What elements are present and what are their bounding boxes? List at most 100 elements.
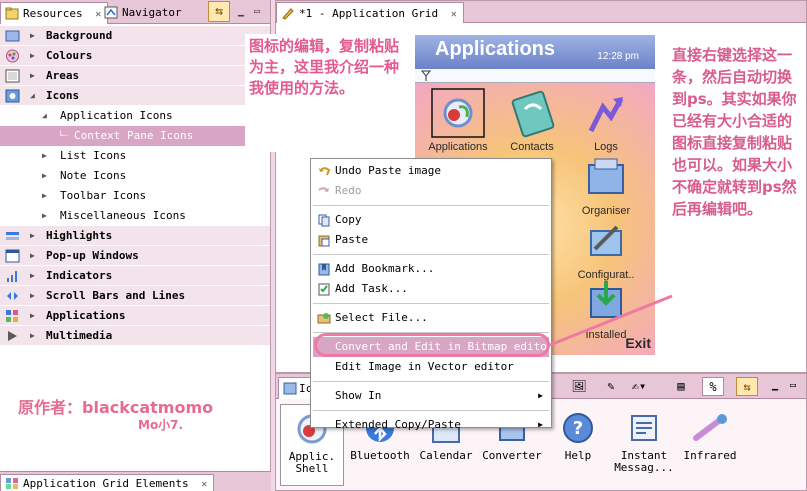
app-cell-contacts[interactable]: Contacts	[497, 87, 567, 157]
annotation-signature: Mo小7.	[138, 418, 184, 432]
tree-item-label: Background	[46, 29, 113, 42]
collapsed-arrow-icon[interactable]: ▶	[42, 146, 47, 166]
submenu-arrow-icon: ▶	[538, 420, 543, 429]
bottom-view-tab-bar: Application Grid Elements ✕	[0, 471, 271, 491]
menu-item-extended-copy-paste[interactable]: Extended Copy/Paste ▶	[313, 415, 549, 435]
tree-item-icons[interactable]: ◢ Icons	[0, 86, 270, 106]
signal-icon	[421, 70, 431, 81]
tree-item-multimedia[interactable]: ▶ Multimedia	[0, 326, 270, 346]
menu-item-label: Paste	[335, 233, 369, 246]
minimize-icon[interactable]: ▁	[238, 6, 244, 17]
collapsed-arrow-icon[interactable]: ▶	[42, 186, 47, 206]
tab-resources[interactable]: Resources ✕	[0, 2, 109, 24]
collapsed-arrow-icon[interactable]: ▶	[30, 26, 35, 46]
select-file-icon	[317, 313, 331, 324]
expanded-arrow-icon[interactable]: ◢	[42, 106, 47, 126]
app-cell-organiser[interactable]: Organiser	[571, 151, 641, 221]
tree-item-toolbar-icons[interactable]: ▶ Toolbar Icons	[0, 186, 270, 206]
app-label-applications: Applications	[428, 141, 488, 153]
palette-label-calendar: Calendar	[419, 449, 473, 462]
collapsed-arrow-icon[interactable]: ▶	[30, 226, 35, 246]
tree-item-applications[interactable]: ▶ Applications	[0, 306, 270, 326]
tree-item-areas[interactable]: ▶ Areas	[0, 66, 270, 86]
tab-navigator[interactable]: Navigator	[100, 2, 188, 24]
tab-application-grid[interactable]: *1 - Application Grid ✕	[276, 2, 464, 23]
properties-icon[interactable]: ▤	[670, 377, 692, 396]
palette-label-converter: Converter	[482, 449, 542, 462]
sync-palette-icon[interactable]: ⇆	[736, 377, 758, 396]
tree-item-highlights[interactable]: ▶ Highlights	[0, 226, 270, 246]
background-icon	[5, 30, 20, 42]
menu-item-label: Add Bookmark...	[335, 262, 435, 275]
menu-item-edit-image-in-vector-editor[interactable]: Edit Image in Vector editor	[313, 357, 549, 377]
phone-status-bar	[415, 69, 655, 83]
maximize-icon[interactable]: ▭	[254, 6, 260, 17]
collapsed-arrow-icon[interactable]: ▶	[30, 306, 35, 326]
menu-item-select-file[interactable]: Select File...	[313, 308, 549, 328]
collapsed-arrow-icon[interactable]: ▶	[30, 286, 35, 306]
collapsed-arrow-icon[interactable]: ▶	[30, 66, 35, 86]
tree-item-scroll-bars-and-lines[interactable]: ▶ Scroll Bars and Lines	[0, 286, 270, 306]
collapsed-arrow-icon[interactable]: ▶	[42, 206, 47, 226]
tree-item-pop-up-windows[interactable]: ▶ Pop-up Windows	[0, 246, 270, 266]
app-cell-logs[interactable]: Logs	[571, 87, 641, 157]
resource-tree: ▶ Background ▶ Colours ▶ Areas ◢ Icons ◢ Applicat…	[0, 26, 270, 346]
multimedia-icon	[8, 331, 17, 341]
menu-separator	[313, 205, 549, 206]
tree-item-miscellaneous-icons[interactable]: ▶ Miscellaneous Icons	[0, 206, 270, 226]
palette-item-infrared[interactable]: Infrared	[678, 404, 742, 486]
tree-item-list-icons[interactable]: ▶ List Icons	[0, 146, 270, 166]
maximize-icon[interactable]: ▭	[782, 377, 804, 396]
menu-item-label: Show In	[335, 389, 382, 402]
logs-app-icon	[588, 97, 624, 133]
menu-item-add-task[interactable]: Add Task...	[313, 279, 549, 299]
close-icon[interactable]: ✕	[201, 479, 207, 490]
configuration-app-icon	[590, 225, 622, 256]
draw-tool-icon[interactable]: ✎	[600, 377, 622, 396]
sync-button[interactable]: ⇆	[208, 1, 230, 22]
applications-icon	[6, 310, 18, 322]
copy-icon	[318, 214, 330, 227]
phone-exit-softkey[interactable]: Exit	[625, 335, 651, 351]
tree-item-label: Context Pane Icons	[74, 129, 194, 142]
menu-item-show-in[interactable]: Show In ▶	[313, 386, 549, 406]
tree-item-indicators[interactable]: ▶ Indicators	[0, 266, 270, 286]
menu-item-label: Undo Paste image	[335, 164, 441, 177]
menu-item-paste[interactable]: Paste	[313, 230, 549, 250]
phone-title: Applications	[435, 38, 556, 60]
tree-item-context-pane-icons[interactable]: └┈ Context Pane Icons	[0, 126, 270, 146]
palette-tab-icon	[283, 382, 297, 395]
tree-item-label: Highlights	[46, 229, 113, 242]
tree-item-label: Applications	[46, 309, 126, 322]
context-menu: Undo Paste image Redo Copy Paste Add Bookmar…	[310, 158, 554, 431]
annotation-left-note: 图标的编辑，复制粘贴为主，这里我介绍一种我使用的方法。	[245, 34, 415, 152]
tab-application-grid-elements[interactable]: Application Grid Elements ✕	[0, 474, 215, 491]
app-cell-applications[interactable]: Applications	[423, 87, 493, 157]
task-icon	[318, 283, 330, 296]
tree-item-label: Icons	[46, 89, 80, 102]
expanded-arrow-icon[interactable]: ◢	[30, 86, 35, 106]
collapsed-arrow-icon[interactable]: ▶	[30, 266, 35, 286]
tree-item-label: Toolbar Icons	[60, 189, 147, 202]
collapsed-arrow-icon[interactable]: ▶	[30, 46, 35, 66]
tree-item-background[interactable]: ▶ Background	[0, 26, 270, 46]
menu-item-add-bookmark[interactable]: Add Bookmark...	[313, 259, 549, 279]
menu-item-copy[interactable]: Copy	[313, 210, 549, 230]
image-tool-icon[interactable]: 🖼	[568, 377, 590, 396]
collapsed-arrow-icon[interactable]: ▶	[42, 166, 47, 186]
edit-dropdown-icon[interactable]: ✍▾	[628, 377, 650, 396]
percent-toggle-icon[interactable]: %	[702, 377, 724, 396]
navigator-icon	[104, 6, 118, 19]
icons-icon	[5, 89, 20, 103]
palette-item-instant-messaging[interactable]: Instant Messag...	[612, 404, 676, 486]
close-icon[interactable]: ✕	[451, 9, 457, 20]
menu-item-label: Redo	[335, 184, 362, 197]
menu-item-undo-paste-image[interactable]: Undo Paste image	[313, 161, 549, 181]
palette-item-help[interactable]: ? Help	[546, 404, 610, 486]
menu-item-redo[interactable]: Redo	[313, 181, 549, 201]
tree-item-note-icons[interactable]: ▶ Note Icons	[0, 166, 270, 186]
collapsed-arrow-icon[interactable]: ▶	[30, 246, 35, 266]
tree-item-application-icons[interactable]: ◢ Application Icons	[0, 106, 270, 126]
tree-item-colours[interactable]: ▶ Colours	[0, 46, 270, 66]
collapsed-arrow-icon[interactable]: ▶	[30, 326, 35, 346]
